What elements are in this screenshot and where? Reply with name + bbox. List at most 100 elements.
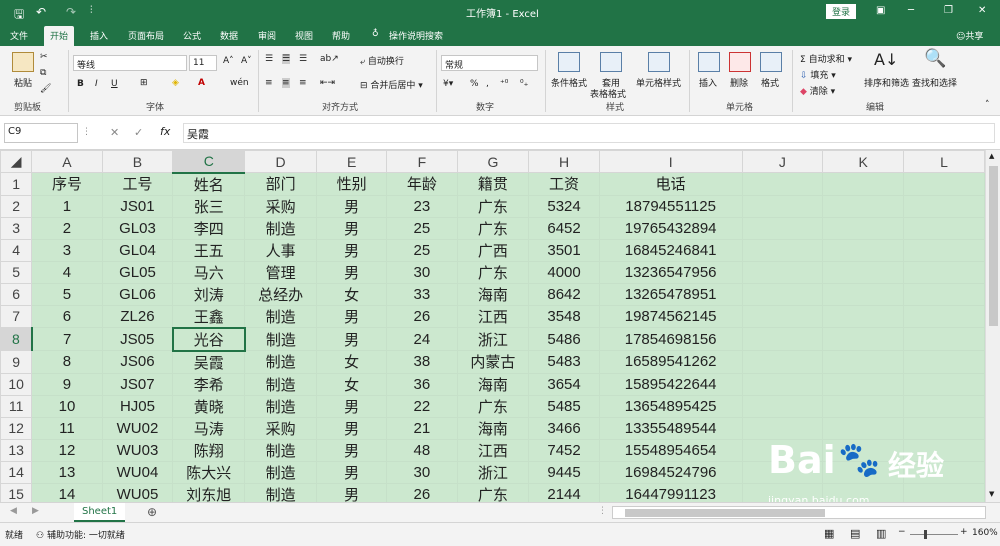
row-header[interactable]: 3: [0, 216, 33, 240]
cell[interactable]: [741, 416, 824, 440]
cell[interactable]: 刘东旭: [172, 482, 246, 502]
italic-icon[interactable]: I: [95, 79, 98, 89]
cell[interactable]: JS06: [101, 350, 174, 374]
cell[interactable]: [903, 282, 985, 306]
autosum-button[interactable]: Σ 自动求和 ▾: [800, 52, 852, 65]
cell[interactable]: [741, 216, 824, 240]
cell[interactable]: 黄晓: [172, 394, 246, 418]
cell[interactable]: [903, 194, 985, 218]
cell[interactable]: 性别: [316, 172, 388, 196]
cell[interactable]: 6452: [528, 216, 600, 240]
select-all-corner[interactable]: ◢: [0, 150, 33, 173]
cell[interactable]: [822, 327, 905, 351]
next-sheet-icon[interactable]: ▶: [32, 506, 39, 516]
cell[interactable]: 李四: [172, 216, 246, 240]
cell[interactable]: WU05: [101, 482, 174, 502]
cell[interactable]: 4: [31, 260, 103, 284]
cell[interactable]: 19765432894: [598, 216, 743, 240]
row-header[interactable]: 7: [0, 304, 33, 328]
cell[interactable]: [903, 216, 985, 240]
cell[interactable]: WU04: [101, 460, 174, 484]
cell[interactable]: 女: [316, 350, 388, 374]
cell[interactable]: 13355489544: [598, 416, 743, 440]
add-sheet-icon[interactable]: ⊕: [147, 505, 157, 519]
find-select-button[interactable]: 查找和选择: [912, 76, 957, 89]
align-bottom-icon[interactable]: ☰: [299, 54, 307, 64]
cell[interactable]: 19874562145: [598, 304, 743, 328]
row-header[interactable]: 12: [0, 416, 33, 440]
align-center-icon[interactable]: ≡: [282, 78, 290, 88]
cancel-icon[interactable]: ✕: [110, 126, 119, 139]
tab-home[interactable]: 开始: [44, 26, 75, 46]
cell[interactable]: 广西: [456, 238, 530, 262]
cell[interactable]: 制造: [244, 216, 318, 240]
column-header[interactable]: G: [456, 150, 530, 173]
cell[interactable]: 10: [31, 394, 103, 418]
zoom-out-icon[interactable]: −: [898, 527, 906, 537]
login-button[interactable]: 登录: [826, 4, 857, 19]
cell[interactable]: 23: [386, 194, 458, 218]
row-header[interactable]: 4: [0, 238, 33, 262]
percent-icon[interactable]: %: [470, 79, 479, 89]
underline-icon[interactable]: U: [111, 79, 118, 89]
cell[interactable]: WU02: [101, 416, 174, 440]
insert-cells-icon[interactable]: [698, 52, 720, 72]
cell[interactable]: 5486: [528, 327, 600, 351]
zoom-slider[interactable]: [910, 530, 958, 539]
cell[interactable]: 4000: [528, 260, 600, 284]
cell[interactable]: 2: [31, 216, 103, 240]
hscroll-thumb[interactable]: [625, 509, 825, 517]
cell[interactable]: ZL26: [101, 304, 174, 328]
cell[interactable]: 刘涛: [172, 282, 246, 306]
cell[interactable]: GL05: [101, 260, 174, 284]
row-header[interactable]: 15: [0, 482, 33, 502]
cell[interactable]: WU03: [101, 438, 174, 462]
cell[interactable]: 男: [316, 327, 388, 351]
cell[interactable]: GL04: [101, 238, 174, 262]
cell[interactable]: 张三: [172, 194, 246, 218]
increase-decimal-icon[interactable]: ⁺⁰: [500, 79, 508, 89]
cell[interactable]: [741, 282, 824, 306]
cell[interactable]: 13: [31, 460, 103, 484]
vscroll-thumb[interactable]: [989, 166, 998, 326]
cell[interactable]: 江西: [456, 304, 530, 328]
column-header[interactable]: H: [528, 150, 600, 173]
format-painter-icon[interactable]: 🖌: [40, 84, 51, 94]
cell[interactable]: 5: [31, 282, 103, 306]
formula-input[interactable]: 吴霞: [183, 123, 995, 143]
cell[interactable]: 2144: [528, 482, 600, 502]
cell[interactable]: 36: [386, 372, 458, 396]
restore-icon[interactable]: ❐: [944, 5, 953, 16]
cell[interactable]: 马六: [172, 260, 246, 284]
cell[interactable]: 30: [386, 460, 458, 484]
cell[interactable]: 14: [31, 482, 103, 502]
format-cells-button[interactable]: 格式: [761, 76, 779, 89]
collapse-ribbon-icon[interactable]: ˄: [985, 100, 990, 110]
delete-cells-icon[interactable]: [729, 52, 751, 72]
sheet-tab-sheet1[interactable]: Sheet1: [74, 503, 126, 522]
cell[interactable]: 陈翔: [172, 438, 246, 462]
cell[interactable]: 女: [316, 282, 388, 306]
cell[interactable]: 18794551125: [598, 194, 743, 218]
cell[interactable]: 内蒙古: [456, 350, 530, 374]
comma-icon[interactable]: ,: [486, 79, 489, 89]
bold-icon[interactable]: B: [77, 79, 84, 89]
cell[interactable]: 25: [386, 238, 458, 262]
cell[interactable]: 男: [316, 394, 388, 418]
normal-view-icon[interactable]: ▦: [824, 527, 834, 540]
delete-cells-button[interactable]: 删除: [730, 76, 748, 89]
tab-view[interactable]: 视图: [295, 29, 313, 42]
scroll-up-icon[interactable]: ▲: [989, 152, 994, 160]
cell[interactable]: JS07: [101, 372, 174, 396]
cell[interactable]: [903, 260, 985, 284]
tell-me-search[interactable]: 操作说明搜索: [389, 29, 443, 42]
cell[interactable]: 王五: [172, 238, 246, 262]
cell[interactable]: [822, 350, 905, 374]
column-header[interactable]: F: [386, 150, 458, 173]
cell[interactable]: 制造: [244, 327, 318, 351]
cell[interactable]: [741, 372, 824, 396]
column-header[interactable]: C: [172, 150, 246, 174]
tab-data[interactable]: 数据: [220, 29, 238, 42]
cell[interactable]: 12: [31, 438, 103, 462]
cell[interactable]: 男: [316, 260, 388, 284]
